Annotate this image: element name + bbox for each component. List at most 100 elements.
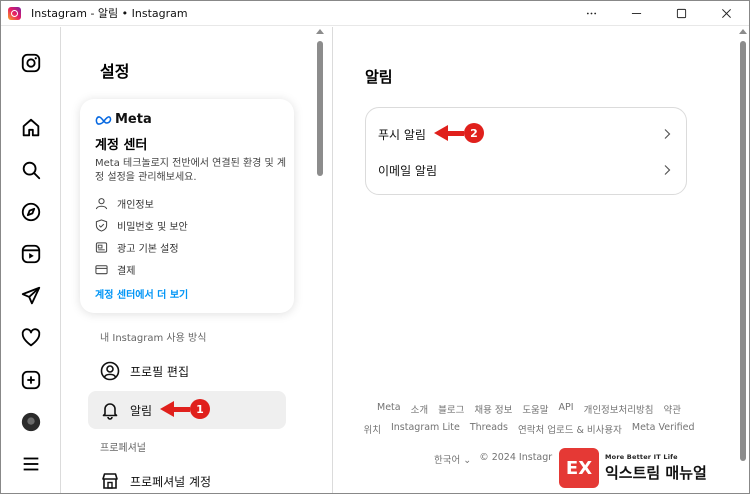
site-watermark: EX More Better IT Life 익스트림 매뉴얼 xyxy=(559,441,749,493)
watermark-text: More Better IT Life 익스트림 매뉴얼 xyxy=(605,453,707,483)
meta-infinity-icon xyxy=(95,115,112,125)
card-icon xyxy=(95,265,108,275)
copyright-text: © 2024 Instagr xyxy=(479,452,553,463)
chevron-right-icon xyxy=(664,165,671,175)
card-item-password-security[interactable]: 비밀번호 및 보안 xyxy=(95,218,188,233)
close-icon xyxy=(722,9,731,18)
title-bar: Instagram - 알림 • Instagram xyxy=(1,1,749,26)
footer-link[interactable]: API xyxy=(559,402,574,416)
main-panel: 알림 푸시 알림 이메일 알림 2 Meta 소개 블로그 채용 정보 도움말 … xyxy=(334,27,749,493)
accounts-center-link[interactable]: 계정 센터에서 더 보기 xyxy=(95,286,188,301)
maximize-button[interactable] xyxy=(659,1,704,26)
callout-bar xyxy=(174,406,190,412)
main-scrollbar[interactable] xyxy=(740,41,746,461)
push-notifications-label: 푸시 알림 xyxy=(378,127,426,142)
watermark-title: 익스트림 매뉴얼 xyxy=(605,464,707,482)
callout-number: 2 xyxy=(464,123,484,143)
footer-link[interactable]: Meta Verified xyxy=(632,422,695,436)
reels-icon[interactable] xyxy=(19,242,43,266)
footer-row-2: 위치 Instagram Lite Threads 연락처 업로드 & 비사용자… xyxy=(349,422,709,436)
watermark-logo: EX xyxy=(559,448,599,488)
footer-link[interactable]: Threads xyxy=(470,422,508,436)
menu-item-label: 알림 xyxy=(130,403,153,418)
more-options-button[interactable] xyxy=(569,1,614,26)
footer-link[interactable]: 채용 정보 xyxy=(474,402,512,416)
home-icon[interactable] xyxy=(19,116,43,140)
annotation-callout-2: 2 xyxy=(434,123,484,143)
meta-brand-text: Meta xyxy=(115,112,152,127)
accounts-center-description: Meta 테크놀로지 전반에서 연결된 환경 및 계정 설정을 관리해보세요. xyxy=(95,158,287,183)
bell-icon xyxy=(102,403,118,420)
footer-link[interactable]: 연락처 업로드 & 비사용자 xyxy=(518,422,622,436)
app-window: Instagram - 알림 • Instagram 설정 Meta 계정 센터… xyxy=(0,0,750,494)
card-item-label: 비밀번호 및 보안 xyxy=(117,222,188,233)
person-icon xyxy=(95,198,108,210)
footer-bottom: 한국어 ⌄ © 2024 Instagr xyxy=(434,452,552,466)
explore-icon[interactable] xyxy=(19,200,43,224)
callout-arrow-icon xyxy=(160,401,174,417)
menu-item-label: 프로페셔널 계정 xyxy=(130,474,212,489)
meta-logo: Meta xyxy=(95,112,152,127)
window-controls xyxy=(569,1,749,26)
card-item-label: 결제 xyxy=(117,266,136,277)
footer-link[interactable]: Meta xyxy=(377,402,401,416)
footer-link[interactable]: 약관 xyxy=(664,402,681,416)
language-selector[interactable]: 한국어 ⌄ xyxy=(434,452,471,466)
settings-sidebar: 설정 Meta 계정 센터 Meta 테크놀로지 전반에서 연결된 환경 및 계… xyxy=(62,27,333,493)
close-button[interactable] xyxy=(704,1,749,26)
card-item-personal-info[interactable]: 개인정보 xyxy=(95,196,154,211)
accounts-center-title: 계정 센터 xyxy=(95,138,148,153)
minimize-icon xyxy=(631,13,642,14)
push-notifications-row[interactable]: 푸시 알림 xyxy=(378,119,678,149)
minimize-button[interactable] xyxy=(614,1,659,26)
search-icon[interactable] xyxy=(19,158,43,182)
instagram-app-icon xyxy=(8,6,21,20)
footer-link[interactable]: 소개 xyxy=(411,402,428,416)
menu-item-professional-account[interactable]: 프로페셔널 계정 xyxy=(88,462,286,493)
settings-title: 설정 xyxy=(100,62,130,81)
watermark-tagline: More Better IT Life xyxy=(605,453,678,461)
accounts-center-card: Meta 계정 센터 Meta 테크놀로지 전반에서 연결된 환경 및 계정 설… xyxy=(80,99,294,313)
card-item-payments[interactable]: 결제 xyxy=(95,262,135,277)
section-label-professional: 프로페셔널 xyxy=(100,443,146,454)
create-icon[interactable] xyxy=(19,368,43,392)
nav-rail xyxy=(1,27,61,493)
footer-link[interactable]: 도움말 xyxy=(522,402,548,416)
window-title: Instagram - 알림 • Instagram xyxy=(31,7,188,20)
menu-item-label: 프로필 편집 xyxy=(130,364,190,379)
page-title: 알림 xyxy=(365,68,393,86)
footer-link[interactable]: 개인정보처리방침 xyxy=(584,402,654,416)
card-item-label: 개인정보 xyxy=(117,200,154,211)
settings-scrollbar[interactable] xyxy=(317,41,323,176)
profile-icon xyxy=(100,361,120,381)
annotation-callout-1: 1 xyxy=(160,399,210,419)
profile-avatar[interactable] xyxy=(19,410,43,434)
section-label-how-you-use: 내 Instagram 사용 방식 xyxy=(100,333,207,344)
messages-icon[interactable] xyxy=(19,284,43,308)
shield-icon xyxy=(95,219,108,232)
card-item-ad-preferences[interactable]: 광고 기본 설정 xyxy=(95,240,179,255)
footer-link[interactable]: Instagram Lite xyxy=(391,422,460,436)
footer-link[interactable]: 블로그 xyxy=(438,402,464,416)
shop-icon xyxy=(102,473,118,489)
maximize-icon xyxy=(676,8,687,19)
menu-item-edit-profile[interactable]: 프로필 편집 xyxy=(88,352,286,390)
callout-arrow-icon xyxy=(434,125,448,141)
card-item-label: 광고 기본 설정 xyxy=(117,244,179,255)
chevron-right-icon xyxy=(664,129,671,139)
heart-icon[interactable] xyxy=(19,326,43,350)
footer-link[interactable]: 위치 xyxy=(363,422,380,436)
scroll-up-arrow[interactable] xyxy=(316,29,324,34)
scroll-up-arrow[interactable] xyxy=(739,29,747,34)
notification-options-box: 푸시 알림 이메일 알림 xyxy=(365,107,687,195)
email-notifications-row[interactable]: 이메일 알림 xyxy=(378,155,678,185)
footer-links: Meta 소개 블로그 채용 정보 도움말 API 개인정보처리방침 약관 위치… xyxy=(349,402,709,442)
ad-icon xyxy=(95,242,108,253)
instagram-logo-icon[interactable] xyxy=(19,51,43,75)
callout-number: 1 xyxy=(190,399,210,419)
ellipsis-icon xyxy=(586,12,597,15)
callout-bar xyxy=(448,130,464,136)
footer-row-1: Meta 소개 블로그 채용 정보 도움말 API 개인정보처리방침 약관 xyxy=(349,402,709,416)
email-notifications-label: 이메일 알림 xyxy=(378,163,438,178)
menu-icon[interactable] xyxy=(19,452,43,476)
